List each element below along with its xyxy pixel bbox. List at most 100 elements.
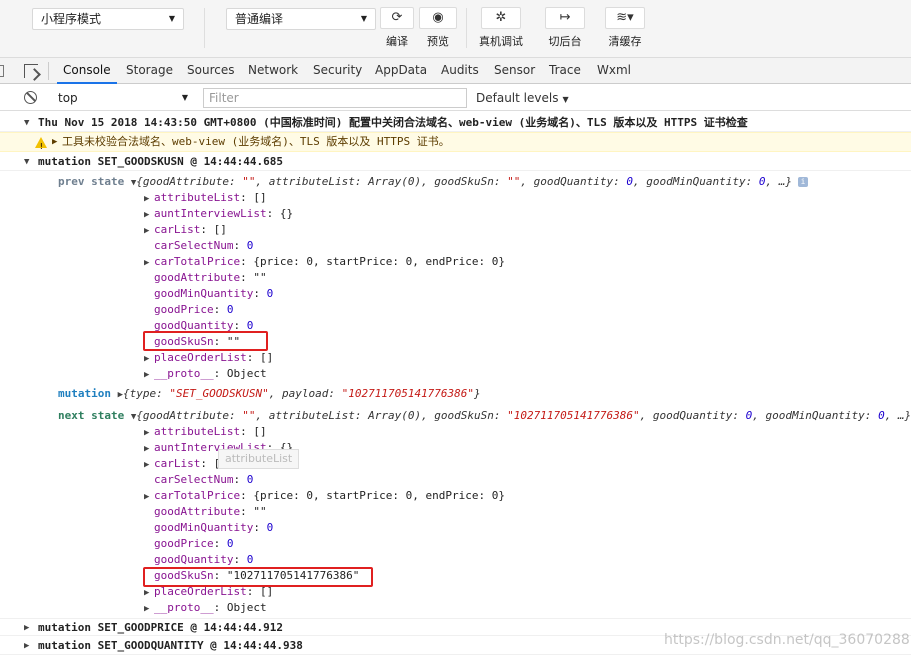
highlight-box — [143, 331, 268, 351]
context-select[interactable]: top ▼ — [52, 89, 192, 107]
property-row[interactable]: ▶carList: [] — [144, 456, 227, 472]
property-key: goodQuantity — [154, 553, 234, 566]
triangle-right-icon: ▶ — [144, 194, 150, 204]
tab-security[interactable]: Security — [313, 58, 362, 84]
mode-select[interactable]: 小程序模式 ▼ — [32, 8, 184, 30]
mutation-row[interactable]: mutation ▶{type: "SET_GOODSKUSN", payloa… — [58, 386, 481, 402]
property-key: auntInterviewList — [154, 207, 267, 220]
property-value: 0 — [246, 553, 254, 566]
object-summary: {goodAttribute: "", attributeList: Array… — [136, 175, 792, 188]
property-value: Object — [226, 601, 267, 614]
property-value: [] — [213, 223, 227, 236]
filter-input[interactable] — [203, 88, 467, 108]
tab-wxml[interactable]: Wxml — [597, 58, 631, 84]
triangle-right-icon: ▶ — [144, 226, 150, 236]
console-message: Thu Nov 15 2018 14:43:50 GMT+0800 (中国标准时… — [38, 116, 748, 129]
clear-console-icon[interactable] — [24, 91, 37, 104]
tab-console[interactable]: Console — [57, 58, 117, 84]
property-key: carSelectNum — [154, 473, 234, 486]
remote-debug-button-label: 真机调试 — [479, 35, 523, 48]
tab-storage[interactable]: Storage — [126, 58, 173, 84]
info-icon[interactable]: i — [797, 177, 808, 187]
property-separator: : — [266, 207, 280, 220]
warning-line[interactable]: ▶ 工具未校验合法域名、web-view (业务域名)、TLS 版本以及 HTT… — [0, 132, 911, 152]
next-state-row[interactable]: next state ▼{goodAttribute: "", attribut… — [58, 408, 911, 424]
triangle-right-icon: ▶ — [144, 428, 150, 438]
console-output: ▼ Thu Nov 15 2018 14:43:50 GMT+0800 (中国标… — [0, 112, 911, 658]
caret-down-icon: ▼ — [181, 93, 188, 102]
property-separator: : — [213, 303, 227, 316]
triangle-right-icon: ▶ — [144, 492, 150, 502]
property-value: Object — [226, 367, 267, 380]
tabbar-divider — [48, 62, 49, 80]
property-separator: : — [240, 255, 254, 268]
property-row[interactable]: ▶ carTotalPrice: {price: 0, startPrice: 0… — [144, 488, 505, 504]
compile-button[interactable]: ⟳ 编译 — [379, 7, 415, 51]
compile-select-value: 普通编译 — [235, 12, 284, 26]
property-row[interactable]: ▶ auntInterviewList: {} — [144, 206, 293, 222]
triangle-right-icon: ▶ — [144, 444, 150, 454]
compile-select[interactable]: 普通编译 ▼ — [226, 8, 376, 30]
switch-background-icon: ↦ — [545, 7, 585, 29]
property-separator: : — [213, 367, 227, 380]
tab-trace[interactable]: Trace — [549, 58, 581, 84]
console-group-header[interactable]: ▼ mutation SET_GOODSKUSN @ 14:44:44.685 — [0, 153, 911, 171]
remote-debug-button[interactable]: ✲ 真机调试 — [474, 7, 528, 51]
property-value: 0 — [226, 537, 234, 550]
property-value: 0 — [266, 521, 274, 534]
property-row[interactable]: ▶ carTotalPrice: {price: 0, startPrice: 0… — [144, 254, 505, 270]
property-row[interactable]: ▶ __proto__: Object — [144, 600, 267, 616]
refresh-icon: ⟳ — [380, 7, 414, 29]
triangle-right-icon: ▶ — [144, 370, 150, 380]
property-row[interactable]: ▶ attributeList: [] — [144, 424, 267, 440]
triangle-right-icon: ▶ — [144, 258, 150, 268]
clear-cache-button-label: 清缓存 — [608, 35, 642, 48]
property-row[interactable]: ▶ __proto__: Object — [144, 366, 267, 382]
group-title: mutation SET_GOODSKUSN @ 14:44:44.685 — [38, 155, 284, 168]
property-key: carTotalPrice — [154, 255, 241, 268]
mode-select-value: 小程序模式 — [41, 12, 102, 26]
triangle-right-icon: ▶ — [24, 641, 30, 651]
next-state-label: next state — [58, 409, 125, 422]
property-value: [] — [253, 191, 267, 204]
property-row[interactable]: ▶ attributeList: [] — [144, 190, 267, 206]
property-separator: : — [233, 473, 247, 486]
property-separator: : — [240, 489, 254, 502]
triangle-right-icon: ▶ — [24, 623, 30, 633]
property-value: 0 — [226, 303, 234, 316]
property-key: __proto__ — [154, 367, 214, 380]
switch-background-button[interactable]: ↦ 切后台 — [544, 7, 586, 51]
property-value: "" — [253, 271, 267, 284]
dock-side-icon[interactable] — [0, 65, 4, 77]
triangle-down-icon: ▼ — [24, 118, 30, 128]
property-key: goodMinQuantity — [154, 287, 254, 300]
console-line[interactable]: ▼ Thu Nov 15 2018 14:43:50 GMT+0800 (中国标… — [0, 114, 911, 132]
property-separator: : — [233, 239, 247, 252]
triangle-right-icon: ▶ — [144, 210, 150, 220]
property-key: goodPrice — [154, 537, 214, 550]
property-key: carList — [154, 457, 201, 470]
eye-icon: ◉ — [419, 7, 457, 29]
property-separator: : — [200, 457, 214, 470]
tab-appdata[interactable]: AppData — [375, 58, 427, 84]
prev-state-row[interactable]: prev state ▼{goodAttribute: "", attribut… — [58, 174, 808, 190]
warning-icon — [35, 137, 47, 151]
tab-sources[interactable]: Sources — [187, 58, 234, 84]
preview-button[interactable]: ◉ 预览 — [418, 7, 458, 51]
property-separator: : — [240, 191, 254, 204]
property-row[interactable]: ▶ placeOrderList: [] — [144, 350, 273, 366]
inspect-element-icon[interactable] — [24, 64, 38, 78]
log-levels-select[interactable]: Default levels ▼ — [476, 89, 569, 107]
tab-network[interactable]: Network — [248, 58, 298, 84]
prev-state-label: prev state — [58, 175, 125, 188]
tab-sensor[interactable]: Sensor — [494, 58, 535, 84]
property-row[interactable]: ▶carList: [] — [144, 222, 227, 238]
property-value: {price: 0, startPrice: 0, endPrice: 0} — [253, 489, 506, 502]
clear-cache-button[interactable]: ≋▾ 清缓存 — [604, 7, 646, 51]
property-row: goodQuantity: 0 — [144, 552, 253, 568]
property-key: attributeList — [154, 191, 241, 204]
property-value: [] — [259, 351, 274, 364]
devtools-tabbar: Console Storage Sources Network Security… — [0, 58, 911, 84]
tab-audits[interactable]: Audits — [441, 58, 479, 84]
property-key: __proto__ — [154, 601, 214, 614]
